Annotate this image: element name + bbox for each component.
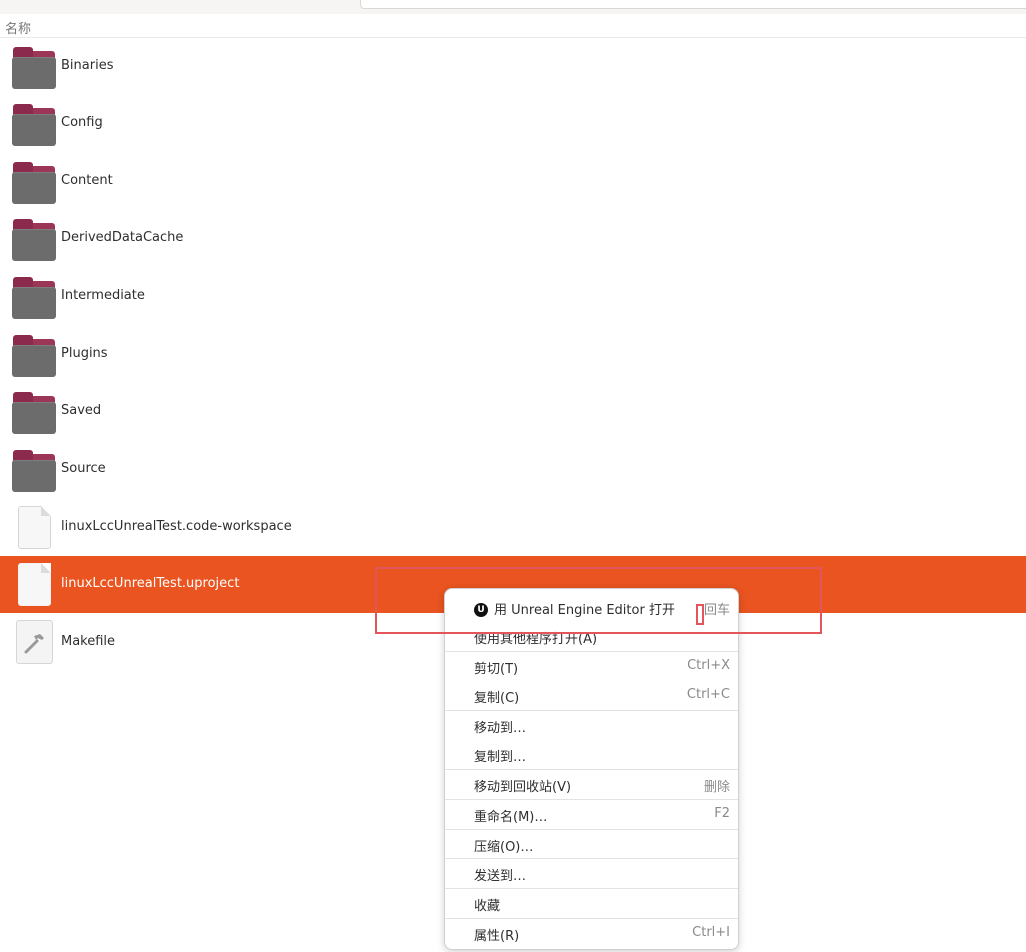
file-name: Binaries [61, 58, 114, 73]
folder-row-intermediate[interactable]: Intermediate [0, 268, 1026, 325]
menu-item-label: 移动到回收站(V) [474, 780, 572, 795]
menu-item-move-to-trash[interactable]: 移动到回收站(V) 删除 [445, 770, 738, 799]
menu-item-label: 属性(R) [474, 929, 520, 944]
folder-icon [12, 162, 56, 204]
menu-item-star[interactable]: 收藏 [445, 889, 738, 918]
column-header[interactable]: 名称 [0, 14, 1026, 38]
menu-item-label: 剪切(T) [474, 662, 519, 677]
file-name: Saved [61, 403, 102, 418]
menu-item-copy-to[interactable]: 复制到… [445, 740, 738, 769]
folder-icon [12, 335, 56, 377]
menu-item-label: 压缩(O)… [474, 840, 534, 855]
menu-item-label: 收藏 [474, 899, 501, 914]
menu-item-shortcut: Ctrl+I [692, 925, 730, 940]
context-menu: U 用 Unreal Engine Editor 打开 回车 使用其他程序打开(… [444, 588, 739, 950]
file-name: linuxLccUnrealTest.code-workspace [61, 519, 292, 534]
menu-item-label: 移动到… [474, 721, 527, 736]
folder-row-saved[interactable]: Saved [0, 383, 1026, 440]
folder-row-plugins[interactable]: Plugins [0, 326, 1026, 383]
column-header-name[interactable]: 名称 [5, 18, 31, 37]
folder-icon [12, 392, 56, 434]
file-name: DerivedDataCache [61, 230, 184, 245]
menu-item-open-with-unreal[interactable]: U 用 Unreal Engine Editor 打开 回车 [445, 593, 738, 622]
menu-item-shortcut: Ctrl+X [687, 658, 730, 673]
menu-item-label: 重命名(M)… [474, 810, 548, 825]
menu-item-properties[interactable]: 属性(R) Ctrl+I [445, 919, 738, 948]
folder-row-deriveddatacache[interactable]: DerivedDataCache [0, 210, 1026, 267]
file-name: Makefile [61, 634, 116, 649]
menu-item-label: 复制(C) [474, 691, 520, 706]
menu-item-send-to[interactable]: 发送到… [445, 859, 738, 888]
folder-icon [12, 450, 56, 492]
menu-item-cut[interactable]: 剪切(T) Ctrl+X [445, 652, 738, 681]
menu-item-label: 发送到… [474, 869, 527, 884]
document-icon [18, 506, 51, 549]
menu-item-shortcut: 删除 [703, 780, 730, 795]
folder-icon [12, 219, 56, 261]
file-name: Source [61, 461, 106, 476]
file-name: Config [61, 115, 103, 130]
file-name: Intermediate [61, 288, 145, 303]
folder-icon [12, 277, 56, 319]
unreal-engine-icon: U [474, 603, 488, 617]
menu-item-compress[interactable]: 压缩(O)… [445, 830, 738, 859]
menu-item-shortcut: F2 [714, 806, 730, 821]
document-icon [18, 563, 51, 606]
menu-item-label: 使用其他程序打开(A) [474, 632, 598, 647]
folder-row-config[interactable]: Config [0, 95, 1026, 152]
folder-icon [12, 47, 56, 89]
file-row-code-workspace[interactable]: linuxLccUnrealTest.code-workspace [0, 499, 1026, 556]
folder-row-source[interactable]: Source [0, 441, 1026, 498]
menu-item-open-with-other[interactable]: 使用其他程序打开(A) [445, 622, 738, 651]
folder-row-binaries[interactable]: Binaries [0, 38, 1026, 95]
menu-item-rename[interactable]: 重命名(M)… F2 [445, 800, 738, 829]
menu-item-label: 复制到… [474, 750, 527, 765]
file-name: Plugins [61, 346, 108, 361]
menu-item-move-to[interactable]: 移动到… [445, 711, 738, 740]
toolbar-area [0, 0, 1026, 14]
menu-item-shortcut: 回车 [703, 603, 730, 618]
file-name: Content [61, 173, 113, 188]
location-bar-edge[interactable] [360, 0, 1026, 9]
folder-row-content[interactable]: Content [0, 153, 1026, 210]
menu-item-label: 用 Unreal Engine Editor 打开 [494, 603, 675, 618]
menu-item-copy[interactable]: 复制(C) Ctrl+C [445, 681, 738, 710]
file-name: linuxLccUnrealTest.uproject [61, 576, 240, 591]
folder-icon [12, 104, 56, 146]
menu-item-shortcut: Ctrl+C [686, 687, 730, 702]
hammer-icon [16, 620, 53, 664]
